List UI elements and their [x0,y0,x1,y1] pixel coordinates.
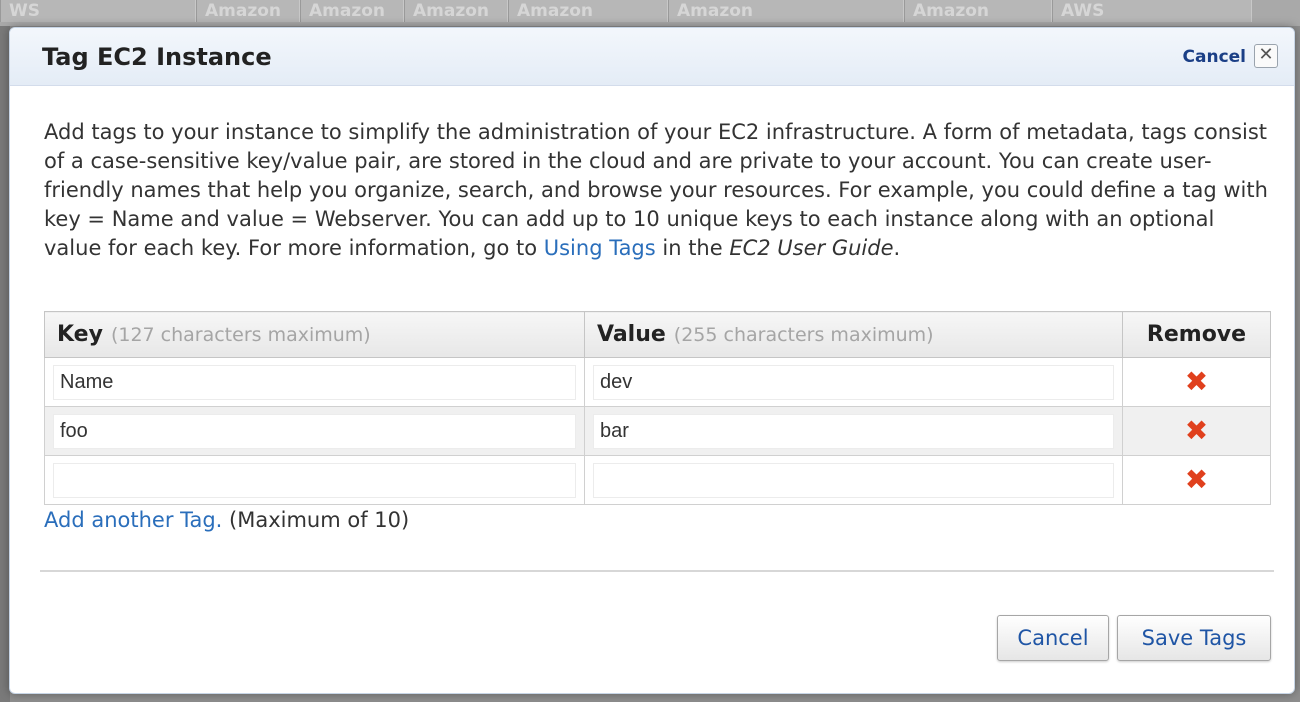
value-column-header: Value (255 characters maximum) [584,311,1123,358]
key-cell [44,406,585,456]
background-cell: WS [0,0,196,22]
key-hint: (127 characters maximum) [110,324,371,346]
using-tags-link[interactable]: Using Tags [544,236,656,260]
key-column-header: Key (127 characters maximum) [44,311,585,358]
background-cell: Amazon [904,0,1052,22]
footer-divider [40,570,1274,572]
value-hint: (255 characters maximum) [673,324,934,346]
tag-key-input[interactable] [53,364,576,400]
background-cell: AWS [1052,0,1252,22]
tag-instance-dialog: Tag EC2 Instance Cancel ✕ Add tags to yo… [9,27,1295,694]
background-cell: Amazon [668,0,904,22]
tag-value-input[interactable] [593,413,1114,449]
close-icon[interactable]: ✕ [1254,44,1278,68]
remove-cell: ✖ [1122,455,1271,505]
remove-cell: ✖ [1122,406,1271,456]
table-row: ✖ [44,455,1271,505]
dialog-title: Tag EC2 Instance [42,43,272,71]
remove-column-header: Remove [1122,311,1271,358]
guide-name: EC2 User Guide [729,236,894,260]
dialog-header: Tag EC2 Instance Cancel ✕ [10,28,1294,86]
save-tags-button[interactable]: Save Tags [1117,615,1271,661]
table-row: ✖ [44,406,1271,456]
key-header-label: Key [57,322,103,347]
background-cell: Amazon [404,0,508,22]
tag-key-input[interactable] [53,462,576,498]
add-tag-row: Add another Tag. (Maximum of 10) [44,508,409,532]
remove-tag-icon[interactable]: ✖ [1185,368,1208,396]
value-cell [584,406,1123,456]
value-header-label: Value [597,322,666,347]
remove-tag-icon[interactable]: ✖ [1185,417,1208,445]
background-tabs: WS Amazon Amazon Amazon Amazon Amazon Am… [0,0,1300,26]
tag-key-input[interactable] [53,413,576,449]
background-cell: Amazon [508,0,668,22]
add-another-tag-link[interactable]: Add another Tag. [44,508,222,532]
tags-table: Key (127 characters maximum) Value (255 ch… [44,311,1271,505]
header-cancel-link[interactable]: Cancel [1183,47,1246,67]
key-cell [44,455,585,505]
cancel-button[interactable]: Cancel [997,615,1109,661]
table-header-row: Key (127 characters maximum) Value (255 ch… [44,311,1271,358]
tag-value-input[interactable] [593,462,1114,498]
remove-cell: ✖ [1122,357,1271,407]
value-cell [584,357,1123,407]
value-cell [584,455,1123,505]
background-cell: Amazon [300,0,404,22]
remove-tag-icon[interactable]: ✖ [1185,466,1208,494]
background-cell: Amazon [196,0,300,22]
tag-value-input[interactable] [593,364,1114,400]
intro-middle: in the [655,236,730,260]
key-cell [44,357,585,407]
intro-end: . [893,236,901,260]
intro-text: Add tags to your instance to simplify th… [44,118,1274,263]
max-tags-note: (Maximum of 10) [222,508,410,532]
table-row: ✖ [44,357,1271,407]
